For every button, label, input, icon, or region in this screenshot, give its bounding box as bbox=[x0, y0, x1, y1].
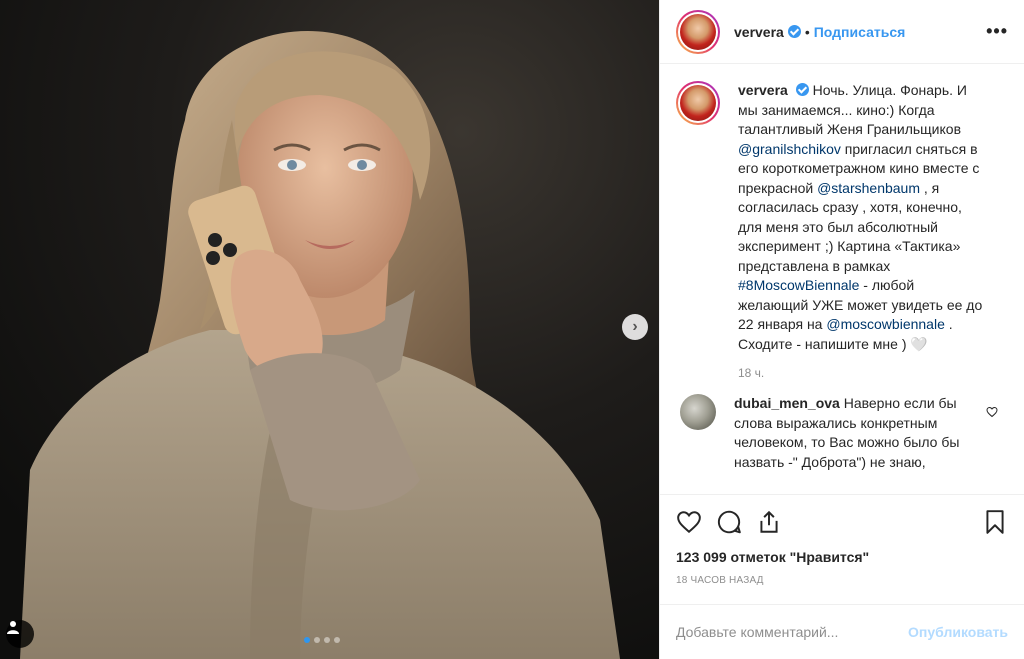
add-comment-bar: Опубликовать bbox=[660, 604, 1024, 659]
action-icons bbox=[676, 507, 1008, 537]
verified-badge-icon bbox=[795, 83, 809, 96]
comment-input[interactable] bbox=[676, 624, 909, 640]
caption-time[interactable]: 18 ч. bbox=[738, 366, 1008, 380]
separator-dot: • bbox=[804, 23, 810, 40]
mention-link[interactable]: @starshenbaum bbox=[817, 180, 920, 196]
author-avatar[interactable] bbox=[676, 9, 720, 54]
like-button[interactable] bbox=[676, 509, 702, 535]
user-tag-button[interactable] bbox=[6, 620, 34, 648]
next-image-button[interactable]: › bbox=[622, 314, 648, 340]
comment-bubble-icon bbox=[717, 510, 741, 534]
post-actions: 123 099 отметок "Нравится" 18 ЧАСОВ НАЗА… bbox=[660, 494, 1024, 586]
commenter-username[interactable]: dubai_men_ova bbox=[734, 395, 840, 411]
likes-count[interactable]: 123 099 отметок "Нравится" bbox=[676, 549, 1008, 565]
carousel-dot bbox=[324, 637, 330, 643]
heart-icon bbox=[677, 511, 701, 534]
post-photo[interactable]: › bbox=[0, 0, 659, 659]
post-header: ververa • Подписаться ••• bbox=[660, 0, 1024, 64]
comment-like-icon[interactable] bbox=[986, 406, 998, 418]
caption: ververa Ночь. Улица. Фонарь. И мы занима… bbox=[676, 81, 1008, 354]
comment-button[interactable] bbox=[716, 509, 742, 535]
posted-time[interactable]: 18 ЧАСОВ НАЗАД bbox=[676, 575, 1008, 586]
publish-button[interactable]: Опубликовать bbox=[908, 624, 1008, 640]
commenter-avatar[interactable] bbox=[680, 394, 716, 430]
mention-link[interactable]: @moscowbiennale bbox=[826, 316, 945, 332]
chevron-right-icon: › bbox=[632, 318, 638, 335]
carousel-dot bbox=[314, 637, 320, 643]
caption-text: ververa Ночь. Улица. Фонарь. И мы занима… bbox=[738, 81, 988, 354]
photo-illustration bbox=[0, 0, 659, 659]
more-options-icon[interactable]: ••• bbox=[986, 21, 1008, 42]
follow-button[interactable]: Подписаться bbox=[814, 24, 906, 40]
user-tag-icon bbox=[7, 621, 19, 634]
hashtag-link[interactable]: #8MoscowBiennale bbox=[738, 277, 859, 293]
carousel-dot bbox=[334, 637, 340, 643]
mention-link[interactable]: @granilshchikov bbox=[738, 141, 841, 157]
verified-badge-icon bbox=[787, 25, 801, 38]
caption-username[interactable]: ververa bbox=[738, 82, 788, 98]
post-side-panel: ververa • Подписаться ••• ververa Ночь. … bbox=[659, 0, 1024, 659]
bookmark-icon bbox=[986, 510, 1004, 534]
save-button[interactable] bbox=[982, 509, 1008, 535]
caption-avatar[interactable] bbox=[676, 81, 720, 125]
carousel-dot bbox=[304, 637, 310, 643]
share-icon bbox=[760, 510, 778, 533]
comments-list[interactable]: ververa Ночь. Улица. Фонарь. И мы занима… bbox=[660, 65, 1024, 493]
comment-text: dubai_men_ova Наверно если бы слова выра… bbox=[734, 394, 978, 472]
comment-item: dubai_men_ova Наверно если бы слова выра… bbox=[676, 394, 1008, 472]
author-username[interactable]: ververa bbox=[734, 24, 784, 40]
carousel-indicator bbox=[304, 637, 340, 643]
share-button[interactable] bbox=[756, 509, 782, 535]
